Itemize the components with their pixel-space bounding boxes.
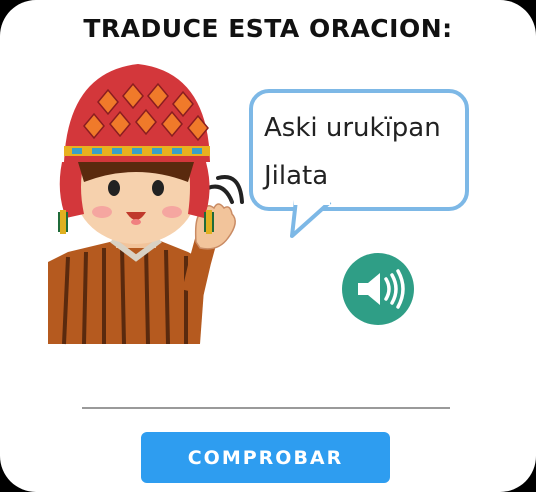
sentence-line-2: Jilata: [264, 161, 329, 191]
sentence-line-1: Aski urukïpan: [264, 113, 441, 143]
sentence-to-translate: Aski urukïpan Jilata: [264, 104, 464, 200]
exercise-card: TRADUCE ESTA ORACION: Aski urukïpan Jila…: [0, 0, 536, 492]
speech-bubble-tail: [290, 200, 332, 238]
speaker-icon: [358, 269, 405, 309]
play-audio-button[interactable]: [342, 253, 414, 325]
answer-input-line[interactable]: [82, 407, 450, 409]
andean-character-illustration: [48, 64, 244, 345]
exercise-title: TRADUCE ESTA ORACION:: [83, 14, 453, 43]
check-button[interactable]: COMPROBAR: [141, 432, 390, 483]
